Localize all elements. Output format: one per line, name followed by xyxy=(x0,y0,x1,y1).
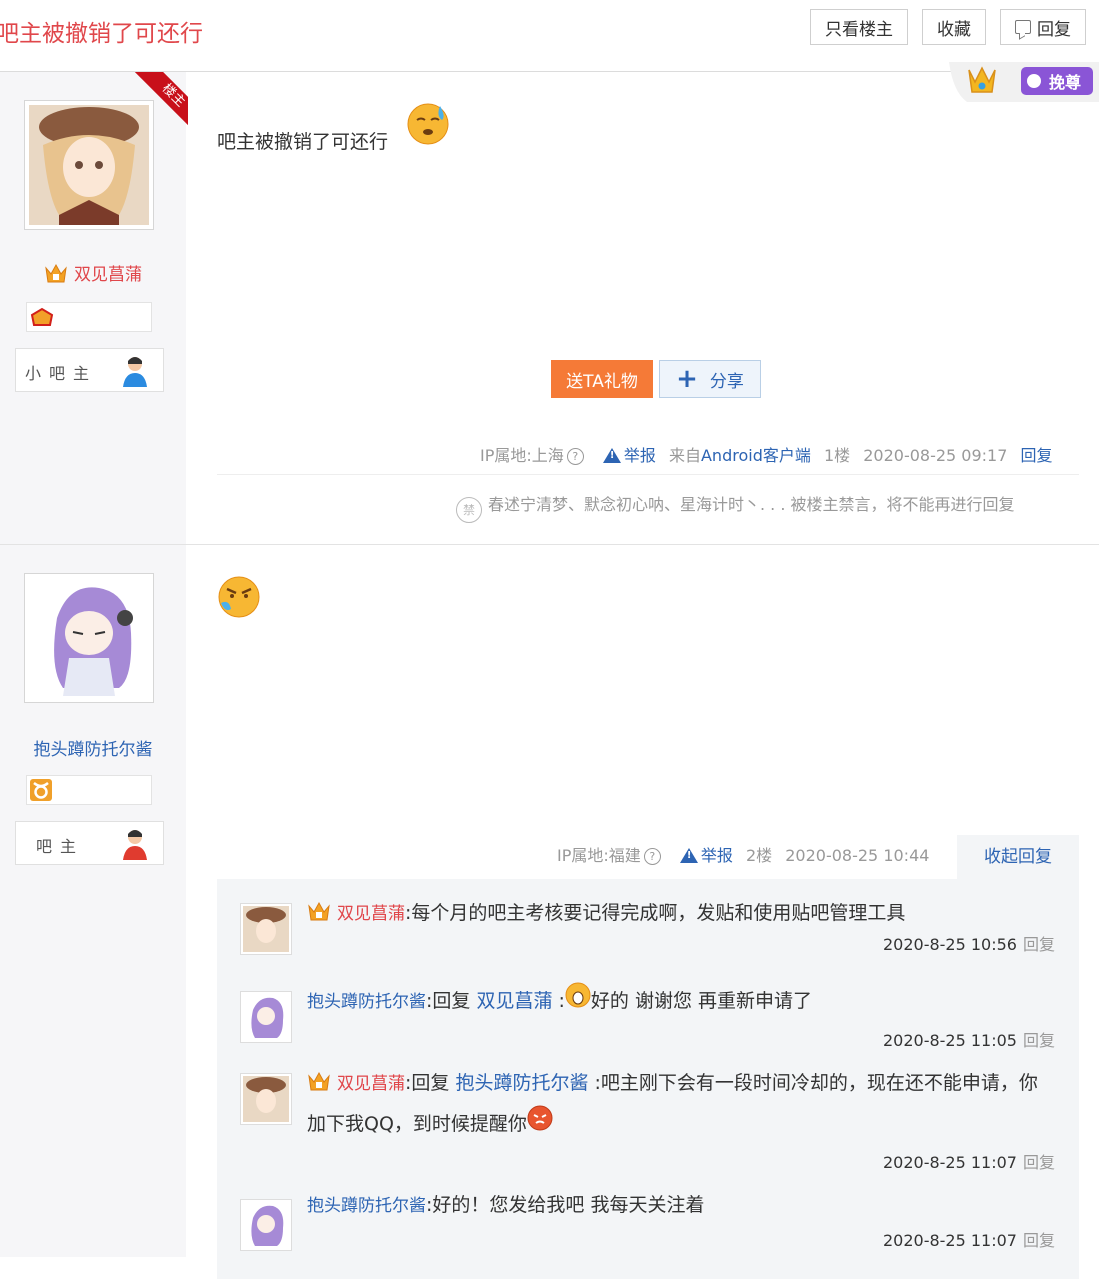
thread-header: 吧主被撤销了可还行 只看楼主 收藏 回复 xyxy=(0,0,1099,72)
crown-icon xyxy=(45,263,67,283)
angry-emoji-icon xyxy=(218,576,260,618)
avatar[interactable] xyxy=(24,573,154,703)
client-link[interactable]: Android客户端 xyxy=(701,446,811,465)
reply-target[interactable]: 双见菖蒲 xyxy=(476,990,552,1012)
taurus-icon xyxy=(30,779,52,801)
post-floor-2: 抱头蹲防托尔酱 吧主 IP属地:福建? 举报 2楼 2020-08-25 10:… xyxy=(0,545,1099,1279)
list-item: 双见菖蒲:每个月的吧主考核要记得完成啊，发贴和使用贴吧管理工具 2020-8-2… xyxy=(217,893,1079,973)
avatar-image xyxy=(243,1202,289,1248)
reply-username[interactable]: 双见菖蒲 xyxy=(337,904,405,924)
sweat-emoji-icon xyxy=(407,103,449,145)
share-button-label: 分享 xyxy=(709,371,744,392)
reply-link[interactable]: 回复 xyxy=(1023,935,1055,954)
reply-avatar[interactable] xyxy=(240,903,292,955)
reply-link[interactable]: 回复 xyxy=(1021,446,1053,465)
role-badge: 小吧主 xyxy=(15,348,164,392)
username[interactable]: 双见菖蒲 xyxy=(0,260,186,285)
post-time: 2020-08-25 09:17 xyxy=(863,446,1008,465)
help-icon[interactable]: ? xyxy=(643,848,661,865)
post-meta: IP属地:上海? 举报 来自Android客户端 1楼 2020-08-25 0… xyxy=(480,442,1053,466)
floor-number: 1楼 xyxy=(823,446,851,465)
reply-avatar[interactable] xyxy=(240,1073,292,1125)
ban-icon: 禁 xyxy=(456,497,482,523)
reply-text: 双见菖蒲:每个月的吧主考核要记得完成啊，发贴和使用贴吧管理工具 xyxy=(307,893,1052,934)
reply-target[interactable]: 抱头蹲防托尔酱 xyxy=(455,1072,588,1094)
list-item: 抱头蹲防托尔酱:好的！您发给我吧 我每天关注着 2020-8-25 11:07 回… xyxy=(217,1185,1079,1275)
reply-meta: 2020-8-25 11:07 回复 xyxy=(882,1153,1055,1172)
ban-notice: 禁春述宁清梦、默念初心呐、星海计时丶. . . 被楼主禁言，将不能再进行回复 xyxy=(456,491,1015,523)
avatar-image xyxy=(243,1076,289,1122)
level-badge xyxy=(26,302,152,332)
ip-location: IP属地:福建 xyxy=(557,846,641,865)
ip-location: IP属地:上海 xyxy=(480,446,564,465)
list-item: 抱头蹲防托尔酱:回复 双见菖蒲 : 好的 谢谢您 再重新申请了 2020-8-25… xyxy=(217,979,1079,1059)
send-gift-button[interactable]: 送TA礼物 xyxy=(551,360,653,398)
avatar[interactable] xyxy=(24,100,154,230)
reply-meta: 2020-8-25 11:07 回复 xyxy=(882,1231,1055,1250)
share-button[interactable]: + 分享 xyxy=(659,360,761,398)
avatar-image xyxy=(29,105,149,225)
thread-title: 吧主被撤销了可还行 xyxy=(0,21,203,47)
post-time: 2020-08-25 10:44 xyxy=(785,846,930,865)
reply-link[interactable]: 回复 xyxy=(1023,1231,1055,1250)
reply-link[interactable]: 回复 xyxy=(1023,1153,1055,1172)
reply-list: 双见菖蒲:每个月的吧主考核要记得完成啊，发贴和使用贴吧管理工具 2020-8-2… xyxy=(217,879,1079,1279)
help-icon[interactable]: ? xyxy=(566,448,584,465)
post-floor-1: 楼主 双见菖蒲 小吧主 吧主被撤销了可还行 送TA礼物 + 分享 IP属地:上海… xyxy=(0,72,1099,544)
floor-number: 2楼 xyxy=(745,846,773,865)
warning-icon xyxy=(679,848,698,863)
reply-username[interactable]: 双见菖蒲 xyxy=(337,1074,405,1094)
shocked-emoji-icon xyxy=(565,982,591,1008)
warning-icon xyxy=(602,448,621,463)
report-link[interactable]: 举报 xyxy=(602,446,656,465)
crown-icon xyxy=(308,901,330,921)
reply-text: 抱头蹲防托尔酱:好的！您发给我吧 我每天关注着 xyxy=(307,1194,705,1216)
divider xyxy=(217,474,1079,475)
reply-text: 双见菖蒲:回复 抱头蹲防托尔酱 :吧主刚下会有一段时间冷却的，现在还不能申请，你… xyxy=(307,1071,1038,1135)
collapse-replies-button[interactable]: 收起回复 xyxy=(957,835,1079,879)
reply-avatar[interactable] xyxy=(240,1199,292,1251)
level-badge xyxy=(26,775,152,805)
avatar-image xyxy=(243,906,289,952)
reply-username[interactable]: 抱头蹲防托尔酱 xyxy=(307,1196,426,1216)
plus-icon: + xyxy=(676,364,698,394)
angry-face-emoji-icon xyxy=(527,1105,553,1131)
reply-button[interactable]: 回复 xyxy=(1000,9,1086,45)
reply-meta: 2020-8-25 11:05 回复 xyxy=(882,1031,1055,1050)
post-content: 吧主被撤销了可还行 xyxy=(217,131,389,153)
user-icon xyxy=(123,357,147,387)
post-meta: IP属地:福建? 举报 2楼 2020-08-25 10:44 xyxy=(557,842,929,866)
only-op-button[interactable]: 只看楼主 xyxy=(810,9,908,45)
avatar-image xyxy=(29,578,149,698)
level-icon xyxy=(30,307,54,326)
client-source: 来自Android客户端 xyxy=(668,446,811,465)
reply-text: 抱头蹲防托尔酱:回复 双见菖蒲 : 好的 谢谢您 再重新申请了 xyxy=(307,981,1052,1022)
list-item: 双见菖蒲:回复 抱头蹲防托尔酱 :吧主刚下会有一段时间冷却的，现在还不能申请，你… xyxy=(217,1061,1079,1181)
favorite-button[interactable]: 收藏 xyxy=(922,9,986,45)
comment-icon xyxy=(1015,20,1031,34)
avatar-image xyxy=(243,994,289,1040)
reply-avatar[interactable] xyxy=(240,991,292,1043)
reply-button-label: 回复 xyxy=(1037,19,1071,40)
report-link[interactable]: 举报 xyxy=(679,846,733,865)
user-icon xyxy=(123,830,147,860)
ban-text: 春述宁清梦、默念初心呐、星海计时丶. . . 被楼主禁言，将不能再进行回复 xyxy=(488,495,1015,514)
reply-link[interactable]: 回复 xyxy=(1023,1031,1055,1050)
reply-meta: 2020-8-25 10:56 回复 xyxy=(882,935,1055,954)
crown-icon xyxy=(308,1071,330,1091)
role-badge: 吧主 xyxy=(15,821,164,865)
reply-username[interactable]: 抱头蹲防托尔酱 xyxy=(307,992,426,1012)
username[interactable]: 抱头蹲防托尔酱 xyxy=(0,735,186,760)
